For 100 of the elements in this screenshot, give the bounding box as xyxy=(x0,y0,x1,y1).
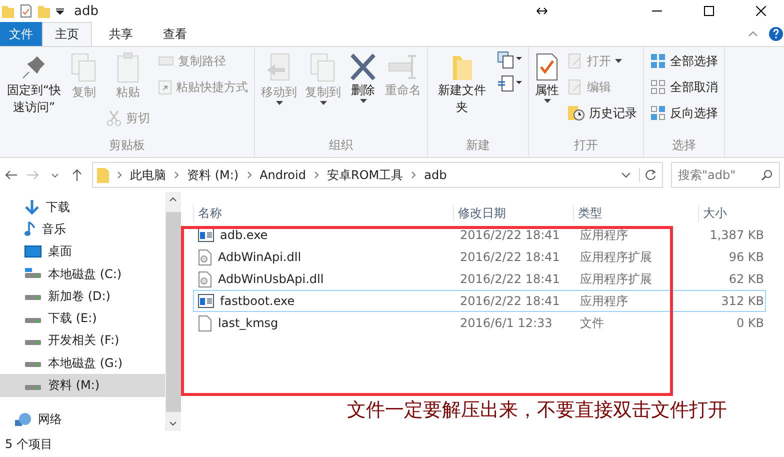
ribbon-button[interactable]: 历史记录 xyxy=(565,102,639,124)
application-icon xyxy=(198,294,214,308)
sidebar-item[interactable]: 开发相关 (F:) xyxy=(0,330,165,352)
file-row[interactable]: last_kmsg 2016/6/1 12:33 文件 0 KB xyxy=(193,312,766,334)
group-label: 打开 xyxy=(573,137,599,154)
sidebar-item[interactable]: 本地磁盘 (C:) xyxy=(0,262,165,286)
sidebar-item[interactable]: 资料 (M:) xyxy=(0,374,165,397)
file-menu-tab[interactable]: 文件 xyxy=(0,22,42,46)
chevron-icon xyxy=(246,171,252,179)
breadcrumb[interactable]: 此电脑 xyxy=(130,166,166,184)
checkmark-document-icon xyxy=(535,52,559,82)
file-row[interactable]: fastboot.exe 2016/2/22 18:41 应用程序 312 KB xyxy=(193,290,766,312)
size-cell-text: 1,387 KB xyxy=(708,228,764,242)
properties-icon[interactable] xyxy=(20,4,32,18)
date-cell-text: 2016/2/22 18:41 xyxy=(459,250,561,264)
ribbon-button[interactable]: 全部选择 xyxy=(648,50,720,72)
easy-access-icon[interactable] xyxy=(496,74,524,94)
breadcrumb[interactable]: 资料 (M:) xyxy=(187,166,239,184)
dropdown-icon[interactable] xyxy=(621,171,631,179)
date-cell-text: 2016/6/1 12:33 xyxy=(459,316,554,330)
size-cell-text: 96 KB xyxy=(728,250,764,264)
chevron-icon xyxy=(117,171,122,179)
sidebar-item[interactable]: 下载 (E:) xyxy=(0,307,165,330)
column-header[interactable]: 名称 xyxy=(193,205,453,222)
edit-icon xyxy=(567,79,583,95)
file-row[interactable]: AdbWinUsbApi.dll 2016/2/22 18:41 应用程序扩展 62 KB xyxy=(193,268,766,290)
sidebar-item[interactable]: 桌面 xyxy=(0,240,165,263)
ribbon-button[interactable]: 属性 xyxy=(533,50,561,105)
dropdown-icon[interactable] xyxy=(56,7,64,15)
folder-icon xyxy=(97,167,109,183)
shortcut-icon xyxy=(158,79,172,95)
group-label: 组织 xyxy=(328,137,354,154)
date-cell-text: 2016/2/22 18:41 xyxy=(459,272,561,286)
history-icon xyxy=(567,105,585,121)
file-row[interactable]: AdbWinApi.dll 2016/2/22 18:41 应用程序扩展 96 KB xyxy=(193,246,766,268)
ribbon-button[interactable]: 反向选择 xyxy=(648,102,720,124)
file-name: fastboot.exe xyxy=(220,294,295,308)
chevron-icon xyxy=(411,171,416,179)
up-icon[interactable] xyxy=(70,168,84,182)
date-cell-text: 2016/2/22 18:41 xyxy=(459,228,561,242)
new-item-icon[interactable] xyxy=(496,50,524,70)
back-icon[interactable] xyxy=(4,168,18,182)
sidebar-item[interactable]: 新加卷 (D:) xyxy=(0,285,165,308)
clipboard-icon xyxy=(116,52,140,84)
ribbon-tab[interactable]: 查看 xyxy=(150,22,200,46)
type-cell-text: 文件 xyxy=(579,314,605,332)
type-cell-text: 应用程序 xyxy=(579,226,629,244)
breadcrumb[interactable]: 安卓ROM工具 xyxy=(326,166,404,184)
download-arrow-icon xyxy=(24,199,40,216)
scrollbar[interactable] xyxy=(165,192,181,431)
file-name: AdbWinApi.dll xyxy=(218,250,302,264)
window-title: adb xyxy=(74,4,100,18)
music-note-icon xyxy=(24,221,36,238)
sidebar-item[interactable]: 本地磁盘 (G:) xyxy=(0,352,165,374)
item-count: 5 个项目 xyxy=(5,436,52,452)
group-label: 选择 xyxy=(671,137,697,154)
ribbon-tab[interactable]: 共享 xyxy=(96,22,146,46)
ribbon-button[interactable]: 删除 xyxy=(347,50,379,105)
column-header[interactable]: 大小 xyxy=(698,205,763,222)
close-icon xyxy=(756,6,766,16)
size-cell-text: 312 KB xyxy=(720,294,764,308)
file-name: AdbWinUsbApi.dll xyxy=(218,272,324,286)
size-cell-text: 62 KB xyxy=(728,272,764,286)
network-icon xyxy=(14,412,32,428)
column-header[interactable]: 修改日期 xyxy=(453,205,573,222)
application-icon xyxy=(198,228,214,242)
sidebar-item[interactable]: 下载 xyxy=(0,196,165,218)
sidebar-item[interactable]: 网络 xyxy=(0,408,165,431)
group-label: 剪贴板 xyxy=(108,137,146,154)
annotation-text: 文件一定要解压出来，不要直接双击文件打开 xyxy=(347,398,728,422)
desktop-icon xyxy=(24,244,42,259)
delete-icon xyxy=(349,52,377,82)
documents-icon xyxy=(70,52,98,84)
resize-cursor-icon xyxy=(536,7,548,15)
select-none-icon xyxy=(650,79,666,95)
type-cell-text: 应用程序扩展 xyxy=(579,270,653,288)
breadcrumb[interactable]: adb xyxy=(424,168,447,182)
file-row[interactable]: adb.exe 2016/2/22 18:41 应用程序 1,387 KB xyxy=(193,224,766,246)
type-cell-text: 应用程序扩展 xyxy=(579,248,653,266)
address-bar[interactable]: 此电脑 资料 (M:) Android 安卓ROM工具 adb xyxy=(92,162,663,188)
chevron-icon xyxy=(314,171,319,179)
column-header[interactable]: 类型 xyxy=(573,205,698,222)
open-icon xyxy=(567,53,583,69)
date-cell-text: 2016/2/22 18:41 xyxy=(459,294,561,308)
blank-file-icon xyxy=(198,314,212,332)
path-icon xyxy=(158,55,174,67)
search-field[interactable]: 搜索"adb" xyxy=(671,162,780,188)
file-name: adb.exe xyxy=(220,228,268,242)
ribbon-tab[interactable]: 主页 xyxy=(42,22,92,46)
size-cell-text: 0 KB xyxy=(735,316,764,330)
ribbon-button[interactable]: 新建文件夹 xyxy=(432,50,492,118)
sidebar-item[interactable]: 音乐 xyxy=(0,218,165,241)
chevron-icon xyxy=(174,171,179,179)
ribbon-button[interactable]: 全部取消 xyxy=(648,76,720,98)
ribbon-button[interactable]: 固定到“快速访问” xyxy=(4,50,64,118)
type-cell-text: 应用程序 xyxy=(579,292,629,310)
maximize-icon xyxy=(704,6,714,16)
search-icon xyxy=(761,169,773,181)
scissors-icon xyxy=(106,110,122,126)
breadcrumb[interactable]: Android xyxy=(260,168,306,182)
